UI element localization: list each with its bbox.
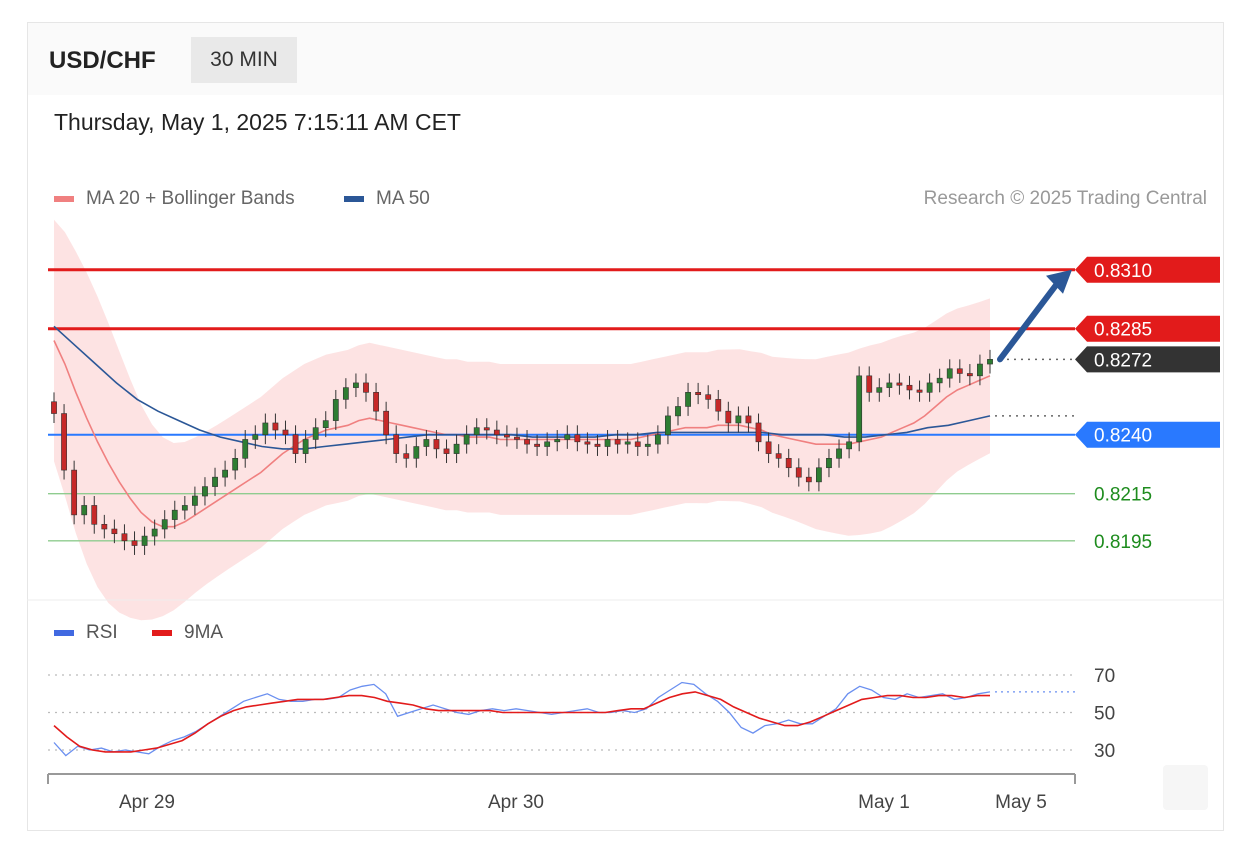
instrument-title: USD/CHF bbox=[49, 47, 156, 74]
ma50-swatch bbox=[344, 196, 364, 202]
legend-9ma-label: 9MA bbox=[184, 622, 224, 643]
chart-card: USD/CHF 30 MIN Thursday, May 1, 2025 7:1… bbox=[27, 22, 1224, 831]
legend-rsi-label: RSI bbox=[86, 622, 118, 643]
timeframe-badge[interactable]: 30 MIN bbox=[191, 37, 297, 83]
legend-ma50-label: MA 50 bbox=[376, 188, 430, 209]
legend-ma20: MA 20 + Bollinger Bands bbox=[54, 188, 295, 210]
timestamp: Thursday, May 1, 2025 7:15:11 AM CET bbox=[54, 109, 461, 135]
ma20-swatch bbox=[54, 196, 74, 202]
legend-ma50: MA 50 bbox=[344, 188, 430, 210]
legend-9ma: 9MA bbox=[152, 622, 223, 644]
rsi-swatch bbox=[54, 630, 74, 636]
legend-ma20-label: MA 20 + Bollinger Bands bbox=[86, 188, 295, 209]
credit-text: Research © 2025 Trading Central bbox=[923, 188, 1207, 209]
ma9-swatch bbox=[152, 630, 172, 636]
legend-rsi: RSI bbox=[54, 622, 118, 644]
